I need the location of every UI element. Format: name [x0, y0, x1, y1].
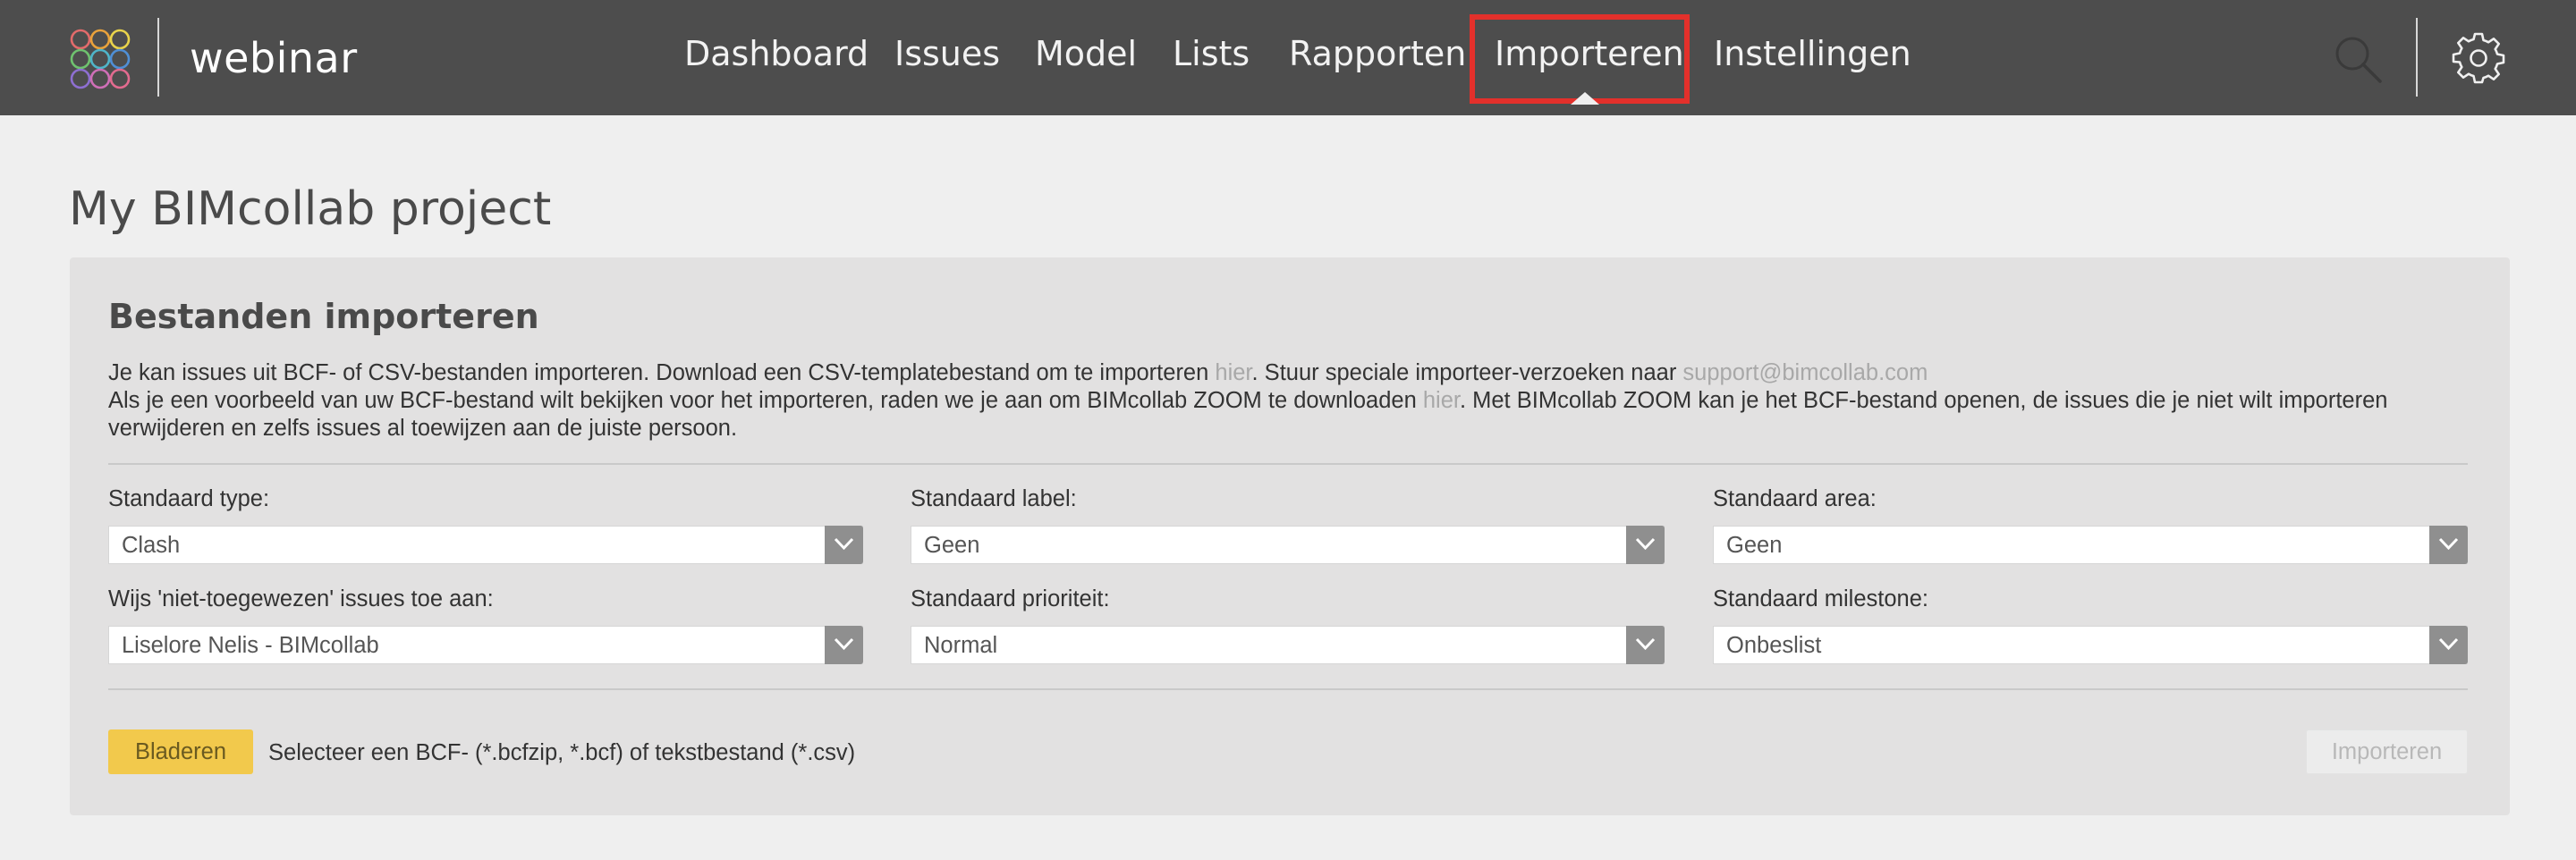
- import-button[interactable]: Importeren: [2306, 729, 2468, 774]
- chevron-down-icon[interactable]: [2429, 626, 2468, 664]
- nav-item-rapporten[interactable]: Rapporten: [1289, 34, 1466, 73]
- default-type-select[interactable]: Clash: [108, 526, 863, 564]
- chevron-down-icon[interactable]: [1626, 526, 1665, 564]
- top-navigation-bar: webinar Dashboard Issues Model Lists Rap…: [0, 0, 2576, 115]
- nav-item-model[interactable]: Model: [1035, 34, 1137, 73]
- chevron-down-icon[interactable]: [1626, 626, 1665, 664]
- active-nav-highlight: [1470, 14, 1690, 104]
- zoom-download-link[interactable]: hier: [1423, 388, 1460, 413]
- default-milestone-select[interactable]: Onbeslist: [1713, 626, 2468, 664]
- divider: [108, 463, 2468, 465]
- select-value: Geen: [1726, 533, 1783, 558]
- default-area-select[interactable]: Geen: [1713, 526, 2468, 564]
- page-title: My BIMcollab project: [69, 182, 552, 236]
- browse-button[interactable]: Bladeren: [108, 729, 253, 774]
- default-type-label: Standaard type:: [108, 486, 270, 511]
- select-value: Normal: [924, 633, 998, 658]
- brand-divider: [157, 18, 159, 97]
- select-value: Geen: [924, 533, 980, 558]
- panel-title: Bestanden importeren: [108, 297, 539, 336]
- file-type-hint: Selecteer een BCF- (*.bcfzip, *.bcf) of …: [268, 740, 856, 765]
- select-value: Onbeslist: [1726, 633, 1822, 658]
- intro-text: Je kan issues uit BCF- of CSV-bestanden …: [108, 360, 1216, 385]
- divider: [108, 688, 2468, 690]
- default-priority-label: Standaard prioriteit:: [911, 586, 1110, 611]
- default-priority-select[interactable]: Normal: [911, 626, 1665, 664]
- default-milestone-label: Standaard milestone:: [1713, 586, 1928, 611]
- intro-text: . Stuur speciale importeer-verzoeken naa…: [1251, 360, 1683, 385]
- chevron-down-icon[interactable]: [2429, 526, 2468, 564]
- default-label-select[interactable]: Geen: [911, 526, 1665, 564]
- nav-item-issues[interactable]: Issues: [894, 34, 1000, 73]
- support-email-link[interactable]: support@bimcollab.com: [1682, 360, 1928, 385]
- search-icon[interactable]: [2331, 32, 2385, 86]
- assign-unassigned-label: Wijs 'niet-toegewezen' issues toe aan:: [108, 586, 494, 611]
- default-label-label: Standaard label:: [911, 486, 1077, 511]
- default-area-label: Standaard area:: [1713, 486, 1877, 511]
- nav-item-lists[interactable]: Lists: [1173, 34, 1250, 73]
- import-panel: Bestanden importeren Je kan issues uit B…: [70, 257, 2510, 815]
- select-value: Liselore Nelis - BIMcollab: [122, 633, 379, 658]
- intro-text: Als je een voorbeeld van uw BCF-bestand …: [108, 388, 1423, 413]
- nav-item-dashboard[interactable]: Dashboard: [684, 34, 869, 73]
- nav-item-instellingen[interactable]: Instellingen: [1714, 34, 1911, 73]
- csv-template-link[interactable]: hier: [1215, 360, 1251, 385]
- chevron-down-icon[interactable]: [825, 626, 863, 664]
- import-instructions: Je kan issues uit BCF- of CSV-bestanden …: [108, 359, 2470, 443]
- toolbar-divider: [2416, 18, 2418, 97]
- bimcollab-logo-icon[interactable]: [68, 27, 132, 91]
- active-nav-caret: [1571, 92, 1599, 105]
- select-value: Clash: [122, 533, 181, 558]
- gear-icon[interactable]: [2451, 30, 2506, 86]
- assign-unassigned-select[interactable]: Liselore Nelis - BIMcollab: [108, 626, 863, 664]
- chevron-down-icon[interactable]: [825, 526, 863, 564]
- project-name[interactable]: webinar: [190, 34, 358, 82]
